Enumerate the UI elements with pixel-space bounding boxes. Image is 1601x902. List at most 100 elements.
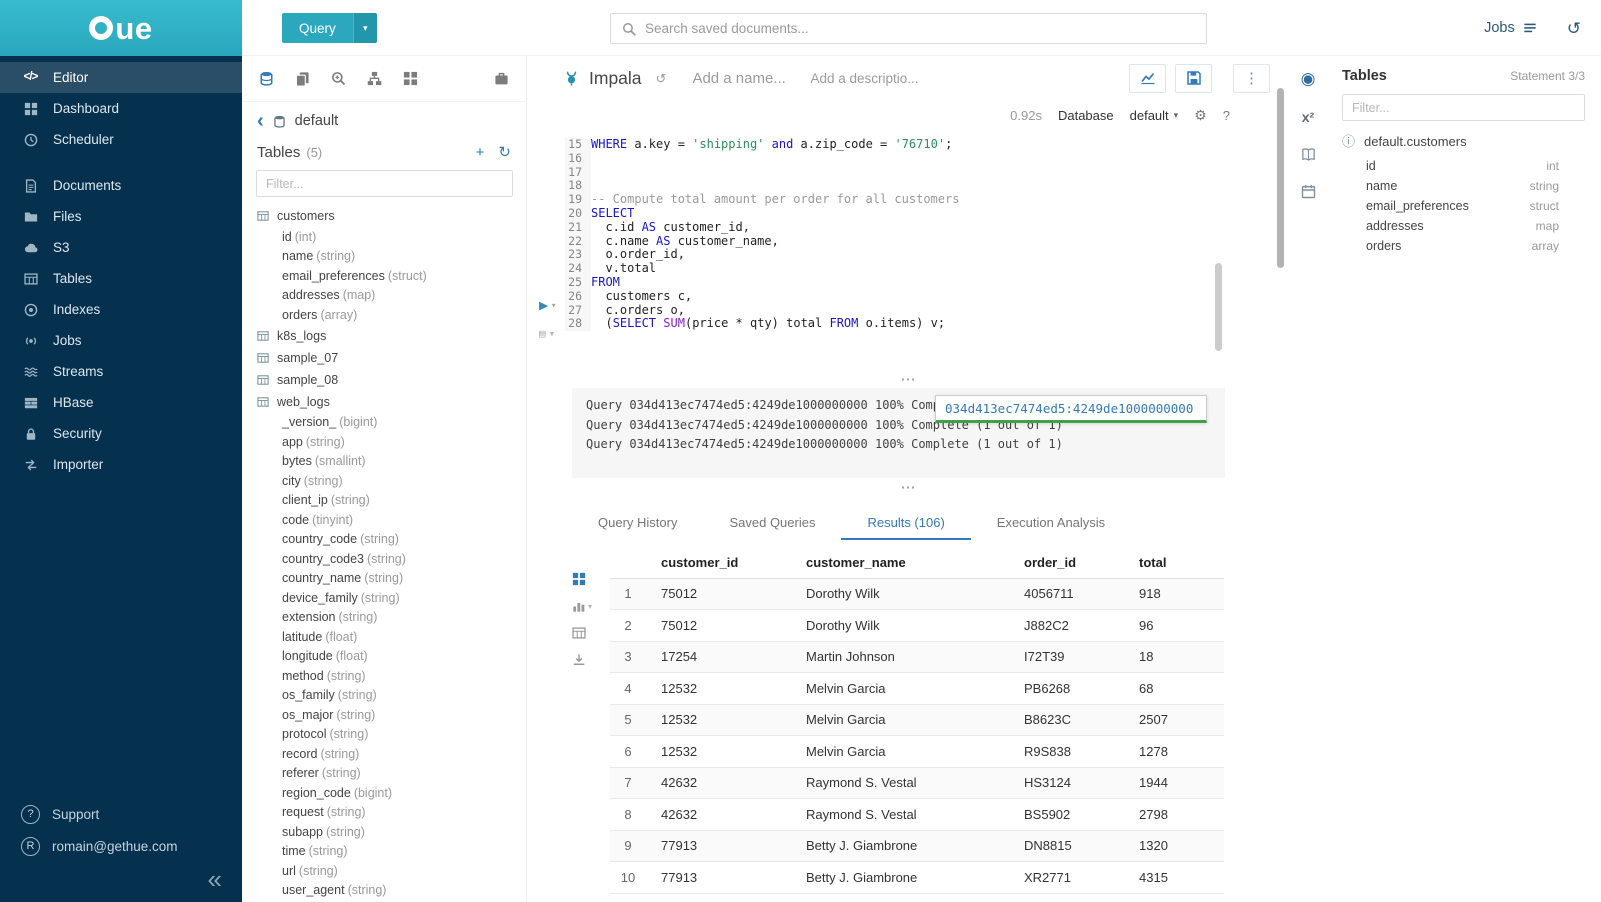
sitemap-icon[interactable] [367,71,382,86]
column-item[interactable]: addresses(map) [257,286,526,306]
column-item[interactable]: os_family(string) [257,686,526,706]
column-item[interactable]: city(string) [257,471,526,491]
briefcase-icon[interactable] [494,71,509,86]
info-icon[interactable]: ⓘ [1342,135,1355,148]
sidebar-item-security[interactable]: Security [0,418,242,449]
gear-icon[interactable]: ⚙ [1194,108,1207,122]
column-item[interactable]: email_preferencesstruct [1366,196,1559,216]
schedule-icon[interactable] [1301,184,1316,199]
resize-handle-bottom[interactable]: ⋯ [527,478,1290,496]
column-item[interactable]: bytes(smallint) [257,452,526,472]
refresh-icon[interactable]: ↻ [498,143,511,161]
column-item[interactable]: country_name(string) [257,569,526,589]
tab-results-106[interactable]: Results (106) [841,506,970,540]
column-item[interactable]: longitude(float) [257,647,526,667]
column-item[interactable]: name(string) [257,247,526,267]
sidebar-item-documents[interactable]: Documents [0,170,242,201]
editor-scrollbar[interactable] [1215,263,1222,351]
columns-view-icon[interactable] [572,626,610,640]
column-item[interactable]: subapp(string) [257,822,526,842]
right-filter-input[interactable] [1342,94,1585,121]
sidebar-item-user[interactable]: R romain@gethue.com [21,830,242,862]
hue-logo[interactable]: ue [0,0,242,56]
chart-button[interactable] [1129,64,1166,93]
database-source-icon[interactable] [259,71,274,86]
sidebar-item-editor[interactable]: </>Editor [0,62,242,93]
query-description-input[interactable] [810,71,938,86]
table-item-sample_08[interactable]: sample_08 [257,369,526,391]
execute-button[interactable]: ▶▾ [539,298,556,313]
column-item[interactable]: namestring [1366,176,1559,196]
column-item[interactable]: country_code3(string) [257,549,526,569]
sidebar-item-support[interactable]: ? Support [21,798,242,830]
column-item[interactable]: orders(array) [257,305,526,325]
sidebar-item-scheduler[interactable]: Scheduler [0,124,242,155]
column-item[interactable]: url(string) [257,861,526,881]
documents-assist-icon[interactable] [295,71,310,86]
column-item[interactable]: region_code(bigint) [257,783,526,803]
column-item[interactable]: device_family(string) [257,588,526,608]
table-item-customers[interactable]: customers [257,205,526,227]
zoom-icon[interactable] [331,71,346,86]
column-item[interactable]: request(string) [257,803,526,823]
results-column-header[interactable]: total [1124,548,1224,578]
column-item[interactable]: addressesmap [1366,216,1559,236]
tab-execution-analysis[interactable]: Execution Analysis [971,506,1131,540]
table-item-web_logs[interactable]: web_logs [257,391,526,413]
active-table-item[interactable]: ⓘ default.customers [1342,134,1585,149]
format-button[interactable]: ▤▾ [539,328,555,339]
column-item[interactable]: email_preferences(struct) [257,266,526,286]
column-item[interactable]: record(string) [257,744,526,764]
database-select[interactable]: default ▾ [1130,108,1179,123]
column-item[interactable]: ordersarray [1366,236,1559,256]
sidebar-item-files[interactable]: Files [0,201,242,232]
new-query-button[interactable]: Query ▾ [282,13,377,43]
more-options-button[interactable]: ⋮ [1233,64,1270,93]
grid-view-icon[interactable] [572,572,610,586]
column-item[interactable]: latitude(float) [257,627,526,647]
column-item[interactable]: user_agent(string) [257,881,526,901]
history-icon[interactable]: ↺ [1567,20,1581,37]
sidebar-item-streams[interactable]: Streams [0,356,242,387]
save-button[interactable] [1175,64,1212,93]
table-filter-input[interactable] [256,170,513,197]
apps-grid-icon[interactable] [403,71,418,86]
execute-caret-icon[interactable]: ▾ [551,302,556,313]
query-id-popup[interactable]: 034d413ec7474ed5:4249de1000000000 [935,395,1207,423]
help-icon[interactable]: ? [1223,109,1230,122]
back-chevron-icon[interactable]: ‹ [257,113,264,129]
tab-query-history[interactable]: Query History [572,506,703,540]
sidebar-item-indexes[interactable]: Indexes [0,294,242,325]
sidebar-item-tables[interactable]: Tables [0,263,242,294]
column-item[interactable]: app(string) [257,432,526,452]
search-input[interactable] [645,21,1195,36]
resize-handle-top[interactable]: ⋯ [527,370,1290,388]
sidebar-item-jobs[interactable]: Jobs [0,325,242,356]
breadcrumb-database[interactable]: default [295,113,339,129]
sidebar-item-dashboard[interactable]: Dashboard [0,93,242,124]
sidebar-item-hbase[interactable]: HBase [0,387,242,418]
results-column-header[interactable]: customer_name [791,548,1009,578]
assistant-icon[interactable]: ◉ [1301,70,1316,87]
column-item[interactable]: _version_(bigint) [257,413,526,433]
query-name-input[interactable] [692,70,800,87]
results-column-header[interactable]: order_id [1009,548,1124,578]
table-item-k8s_logs[interactable]: k8s_logs [257,325,526,347]
code-editor[interactable]: 15WHERE a.key = 'shipping' and a.zip_cod… [527,130,1290,370]
language-reference-icon[interactable] [1301,147,1316,162]
table-item-sample_07[interactable]: sample_07 [257,347,526,369]
column-item[interactable]: id(int) [257,227,526,247]
column-item[interactable]: idint [1366,156,1559,176]
results-column-header[interactable]: customer_id [646,548,791,578]
chart-view-icon[interactable]: ▾ [572,599,610,613]
query-history-icon[interactable]: ↺ [656,72,667,85]
column-item[interactable]: protocol(string) [257,725,526,745]
query-caret-icon[interactable]: ▾ [353,13,377,43]
tab-saved-queries[interactable]: Saved Queries [703,506,841,540]
column-item[interactable]: client_ip(string) [257,491,526,511]
column-item[interactable]: os_major(string) [257,705,526,725]
column-item[interactable]: referer(string) [257,764,526,784]
column-item[interactable]: time(string) [257,842,526,862]
sidebar-collapse-icon[interactable]: « [208,866,222,892]
download-icon[interactable] [572,653,610,667]
